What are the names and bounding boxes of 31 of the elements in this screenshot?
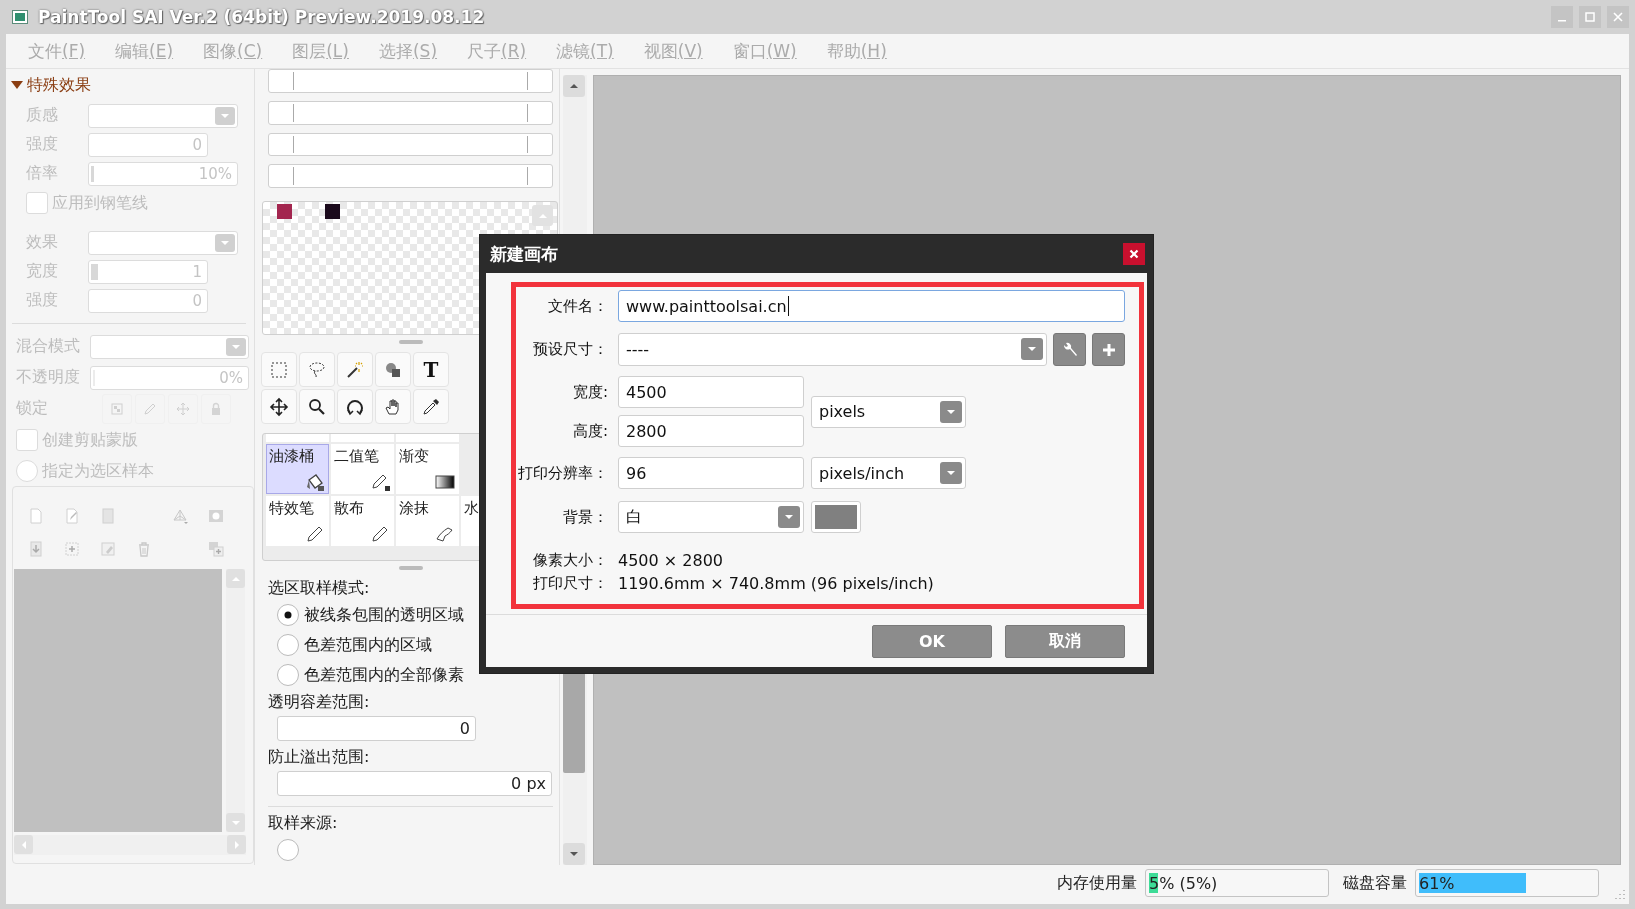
option-label: 创建剪贴蒙版: [42, 428, 138, 451]
field-label: 锁定: [16, 398, 49, 419]
section-label: 取样来源:: [268, 812, 338, 834]
field-label: 预设尺寸：: [532, 340, 608, 359]
field-label: 效果: [26, 232, 59, 253]
field-label: 透明容差范围:: [268, 691, 370, 713]
dialog-title: 新建画布: [490, 242, 558, 266]
meter-label: 磁盘容量: [1343, 872, 1407, 894]
info-label: 打印尺寸：: [532, 574, 608, 593]
field-label: 背景：: [562, 507, 608, 527]
option-label: 色差范围内的全部像素: [304, 664, 464, 686]
field-label: 文件名：: [547, 296, 608, 316]
option-label: 色差范围内的区域: [304, 634, 432, 656]
window-title: PaintTool SAI Ver.2 (64bit) Preview.2019.08.12: [38, 7, 485, 27]
option-label: 被线条包围的透明区域: [304, 604, 464, 626]
field-label: 倍率: [26, 163, 59, 184]
info-value: 1190.6mm × 740.8mm (96 pixels/inch): [618, 574, 934, 593]
option-label: 指定为选区样本: [42, 459, 154, 482]
info-value: 4500 × 2800: [618, 551, 723, 570]
field-label: 防止溢出范围:: [268, 746, 370, 768]
section-label: 选区取样模式:: [268, 577, 370, 599]
field-label: 高度:: [571, 421, 608, 441]
meter-reading: 61%: [1419, 873, 1455, 893]
field-label: 不透明度: [16, 367, 81, 388]
option-label: 应用到钢笔线: [52, 191, 148, 214]
field-label: 宽度:: [571, 382, 608, 402]
info-label: 像素大小：: [532, 551, 608, 570]
field-label: 打印分辨率：: [517, 463, 608, 483]
field-label: 宽度: [26, 261, 59, 282]
field-label: 混合模式: [16, 336, 81, 357]
meter-label: 内存使用量: [1057, 872, 1137, 894]
